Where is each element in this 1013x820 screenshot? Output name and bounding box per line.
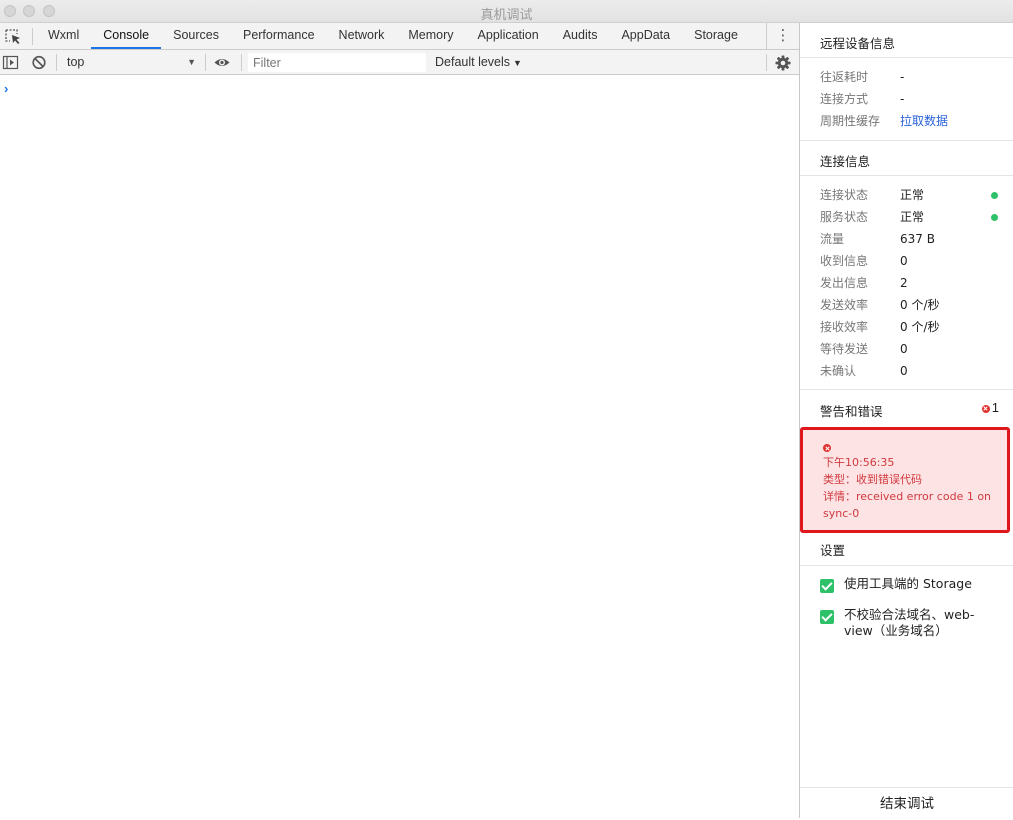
- devtools-tabs: Wxml Console Sources Performance Network Memo…: [36, 23, 750, 50]
- row-value: 正常: [900, 210, 925, 224]
- row-label: 服务状态: [820, 210, 869, 224]
- connection-heading: 连接信息: [820, 154, 871, 169]
- remote-device-row: 连接方式 -: [820, 88, 1013, 110]
- row-value: 0: [900, 254, 908, 268]
- dropdown-arrow-icon: ▼: [513, 58, 522, 68]
- end-debug-button[interactable]: 结束调试: [800, 787, 1013, 818]
- remote-debug-panel: 远程设备信息 往返耗时 - 连接方式 - 周期性缓存 拉取数据 连接信息 连接状态 正常 服务…: [799, 23, 1013, 818]
- title-bar: 真机调试: [0, 0, 1013, 23]
- error-type: 类型：收到错误代码: [823, 473, 922, 486]
- console-prompt: ›: [4, 81, 9, 96]
- row-label: 接收效率: [820, 320, 869, 334]
- row-label: 往返耗时: [820, 70, 869, 84]
- checkbox-label: 不校验合法域名、web-view（业务域名）: [844, 607, 975, 638]
- tab-wxml[interactable]: Wxml: [36, 23, 91, 49]
- window-title: 真机调试: [480, 8, 533, 23]
- connection-row: 接收效率 0 个/秒: [820, 316, 1013, 338]
- tab-sources[interactable]: Sources: [161, 23, 231, 49]
- error-entry[interactable]: 下午10:56:35 类型：收到错误代码 详情：received error c…: [800, 427, 1010, 533]
- connection-row: 发送效率 0 个/秒: [820, 294, 1013, 316]
- error-detail-line2: sync-0: [823, 507, 860, 520]
- remote-device-heading: 远程设备信息: [820, 36, 896, 51]
- context-select-value: top: [67, 55, 85, 69]
- row-value: 0: [900, 364, 908, 378]
- row-value: 0: [900, 342, 908, 356]
- row-value: 637 B: [900, 232, 935, 246]
- row-label: 未确认: [820, 364, 857, 378]
- remote-device-row: 周期性缓存 拉取数据: [820, 110, 1013, 132]
- inspect-element-icon[interactable]: [3, 27, 23, 46]
- tab-console[interactable]: Console: [91, 23, 162, 49]
- tab-appdata[interactable]: AppData: [609, 23, 682, 49]
- tab-audits[interactable]: Audits: [551, 23, 610, 49]
- row-value: 正常: [900, 188, 925, 202]
- tab-storage[interactable]: Storage: [682, 23, 750, 49]
- row-label: 等待发送: [820, 342, 869, 356]
- filter-input[interactable]: [248, 53, 426, 72]
- context-select[interactable]: top ▼: [60, 52, 200, 72]
- row-label: 周期性缓存: [820, 114, 881, 128]
- gear-icon[interactable]: [774, 54, 792, 72]
- status-ok-dot-icon: [991, 192, 998, 199]
- row-value: 0 个/秒: [900, 320, 940, 334]
- devtools-tabbar: Wxml Console Sources Performance Network Memo…: [0, 23, 799, 50]
- live-expression-eye-icon[interactable]: [213, 54, 231, 71]
- connection-row: 收到信息 0: [820, 250, 1013, 272]
- log-levels-dropdown[interactable]: Default levels ▼: [435, 53, 522, 72]
- more-options-icon[interactable]: ⋮: [766, 23, 799, 50]
- connection-row: 等待发送 0: [820, 338, 1013, 360]
- error-count-badge: 1: [981, 400, 999, 415]
- row-label: 收到信息: [820, 254, 869, 268]
- status-ok-dot-icon: [991, 214, 998, 221]
- show-sidebar-icon[interactable]: [2, 54, 20, 71]
- error-detail-line1: 详情：received error code 1 on: [823, 490, 992, 503]
- checkbox[interactable]: [820, 610, 834, 624]
- devtools-panel: Wxml Console Sources Performance Network Memo…: [0, 23, 799, 818]
- row-label: 发送效率: [820, 298, 869, 312]
- connection-row: 连接状态 正常: [820, 184, 1013, 206]
- fetch-data-link[interactable]: 拉取数据: [900, 110, 948, 132]
- connection-row: 发出信息 2: [820, 272, 1013, 294]
- row-value: 0 个/秒: [900, 298, 940, 312]
- remote-device-row: 往返耗时 -: [820, 66, 1013, 88]
- clear-console-icon[interactable]: [30, 54, 48, 71]
- error-icon: [981, 404, 990, 413]
- dropdown-arrow-icon: ▼: [187, 57, 196, 67]
- settings-heading: 设置: [820, 543, 846, 558]
- error-icon: [823, 444, 831, 452]
- log-levels-label: Default levels: [435, 55, 511, 69]
- tab-memory[interactable]: Memory: [396, 23, 465, 49]
- console-output[interactable]: ›: [0, 75, 799, 818]
- checkbox-label: 使用工具端的 Storage: [844, 576, 972, 591]
- row-label: 发出信息: [820, 276, 869, 290]
- error-time: 下午10:56:35: [823, 456, 895, 469]
- console-toolbar: top ▼ Default levels▼: [0, 50, 799, 75]
- tab-performance[interactable]: Performance: [231, 23, 327, 49]
- connection-row: 服务状态 正常: [820, 206, 1013, 228]
- checkbox[interactable]: [820, 579, 834, 593]
- connection-row: 未确认 0: [820, 360, 1013, 382]
- row-label: 连接状态: [820, 188, 869, 202]
- row-value: -: [900, 92, 905, 106]
- row-label: 流量: [820, 232, 845, 246]
- error-count: 1: [991, 400, 999, 415]
- tab-network[interactable]: Network: [327, 23, 397, 49]
- tab-application[interactable]: Application: [466, 23, 551, 49]
- connection-row: 流量 637 B: [820, 228, 1013, 250]
- row-label: 连接方式: [820, 92, 869, 106]
- row-value: 2: [900, 276, 908, 290]
- row-value: -: [900, 70, 905, 84]
